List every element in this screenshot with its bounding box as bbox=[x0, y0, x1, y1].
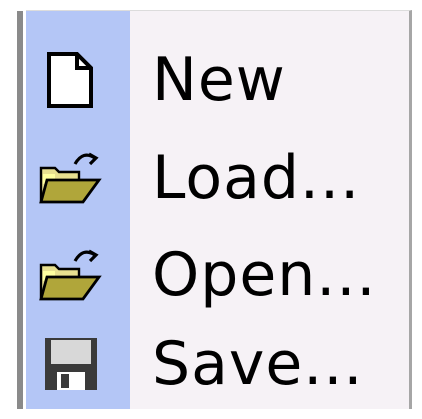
menu-item-label: Save... bbox=[152, 329, 364, 399]
menu-item-open[interactable]: Open... bbox=[26, 226, 409, 324]
file-menu: New Load... Open... Save... bbox=[17, 10, 412, 409]
menu-item-load[interactable]: Load... bbox=[26, 129, 409, 227]
new-document-icon bbox=[36, 45, 106, 115]
open-folder-icon bbox=[36, 143, 106, 213]
menu-item-label: Load... bbox=[152, 143, 361, 213]
menu-item-new[interactable]: New bbox=[26, 31, 409, 129]
menu-item-save[interactable]: Save... bbox=[26, 315, 409, 413]
menu-item-label: New bbox=[152, 45, 286, 115]
menu-item-label: Open... bbox=[152, 240, 377, 310]
open-folder-icon bbox=[36, 240, 106, 310]
floppy-disk-icon bbox=[36, 329, 106, 399]
menu-left-edge bbox=[17, 11, 23, 409]
